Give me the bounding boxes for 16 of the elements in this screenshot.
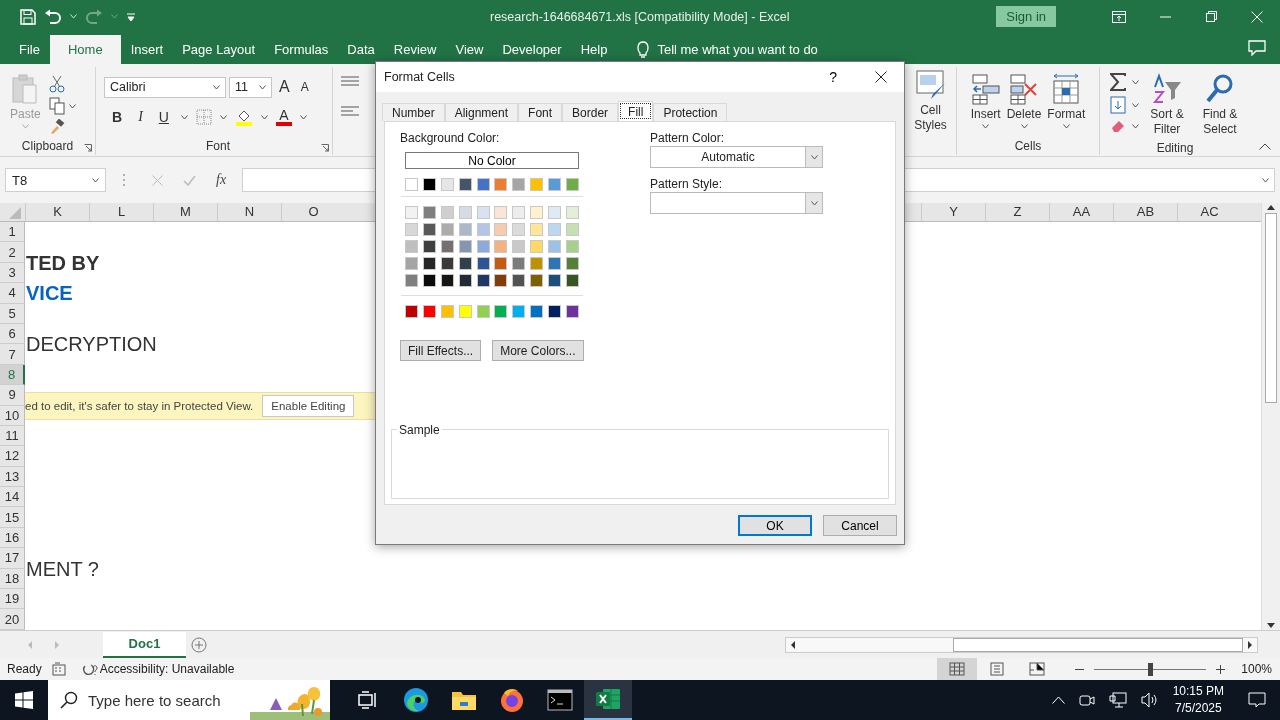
cell-text: DECRYPTION xyxy=(25,332,157,357)
dialog-title: Format Cells xyxy=(384,70,456,84)
window-title: research-1646684671.xls [Compatibility Mode] - Excel xyxy=(490,9,791,24)
group-label: Cells xyxy=(1014,138,1042,155)
field-label: Background Color: xyxy=(400,131,501,145)
cell-text: MENT ? xyxy=(25,556,99,581)
group-label: Editing xyxy=(1156,140,1194,157)
protected-view-message: ed to edit, it's safer to stay in Protected View. xyxy=(25,399,254,412)
field-label: Pattern Style: xyxy=(650,177,724,191)
status-text: Ready xyxy=(7,662,42,676)
group-label: Clipboard xyxy=(21,138,74,155)
cell-text: TED BY xyxy=(25,250,100,275)
group-label: Font xyxy=(206,138,230,155)
group-label: Sample xyxy=(397,423,442,437)
field-label: Pattern Color: xyxy=(650,131,726,145)
cell-text: VICE xyxy=(25,281,73,306)
